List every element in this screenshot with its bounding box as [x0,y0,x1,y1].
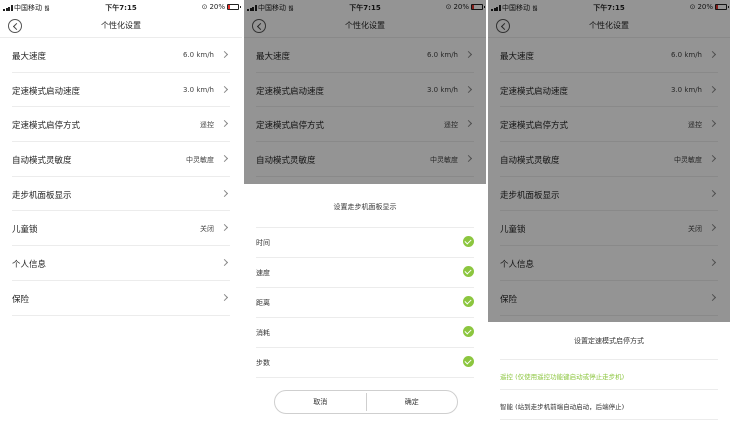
panel-option-distance[interactable]: 距离 [256,288,474,318]
rotation-lock-icon: ⊙ [201,3,208,11]
chevron-right-icon [220,293,229,301]
panel-option-speed[interactable]: 速度 [256,258,474,288]
dialog-button-group: 取消 确定 [274,390,458,414]
setting-row-insurance[interactable]: 保险 [12,281,230,316]
chevron-right-icon [220,224,229,232]
dialog-title: 设置走步机面板显示 [333,203,397,211]
setting-row-panel-display[interactable]: 走步机面板显示 [12,177,230,212]
panel-option-calories[interactable]: 消耗 [256,318,474,348]
battery-percent: 20% [209,3,225,11]
sheet-title: 设置定速模式启停方式 [574,337,644,345]
modal-overlay[interactable] [488,0,730,322]
panel-display-dialog: 设置走步机面板显示 时间 速度 距离 消耗 步数 取消 确定 [244,184,486,433]
check-icon [463,296,474,307]
mode-option-remote[interactable]: 遥控 (仅使用遥控功能键启动或停止走步机) [500,360,718,390]
check-icon [463,356,474,367]
setting-row-cruise-start-stop-mode[interactable]: 定速模式启停方式 遥控 [12,107,230,143]
chevron-right-icon [220,189,229,197]
cancel-button[interactable]: 取消 [275,391,366,413]
settings-list: 最大速度 6.0 km/h 定速模式启动速度 3.0 km/h 定速模式启停方式 遥控… [0,38,242,316]
settings-screen: 中国移动 ᯾ 下午7:15 ⊙ 20% 个性化设置 最大速度 6.0 km/h 定速模… [0,0,242,433]
setting-row-cruise-start-speed[interactable]: 定速模式启动速度 3.0 km/h [12,73,230,108]
mode-option-smart[interactable]: 智能 (站到走步机前端自动启动，后端停止) [500,390,718,420]
battery-icon [227,4,241,10]
chevron-right-icon [220,155,229,163]
status-bar: 中国移动 ᯾ 下午7:15 ⊙ 20% [0,0,242,14]
panel-option-steps[interactable]: 步数 [256,348,474,378]
check-icon [463,266,474,277]
setting-row-auto-sensitivity[interactable]: 自动模式灵敏度 中灵敏度 [12,142,230,177]
setting-row-child-lock[interactable]: 儿童锁 关闭 [12,211,230,247]
check-icon [463,326,474,337]
check-icon [463,236,474,247]
chevron-right-icon [220,120,229,128]
page-title: 个性化设置 [101,21,141,30]
start-stop-mode-sheet: 设置定速模式启停方式 遥控 (仅使用遥控功能键启动或停止走步机) 智能 (站到走… [488,322,730,433]
panel-display-dialog-screen: 中国移动 ᯾ 下午7:15 ⊙ 20% 个性化设置 最大速度 6.0 km/h 定速模… [244,0,486,433]
setting-row-personal-info[interactable]: 个人信息 [12,246,230,281]
chevron-right-icon [220,85,229,93]
modal-overlay[interactable] [244,0,486,184]
confirm-button[interactable]: 确定 [367,391,458,413]
panel-option-time[interactable]: 时间 [256,228,474,258]
start-stop-mode-sheet-screen: 中国移动 ᯾ 下午7:15 ⊙ 20% 个性化设置 最大速度 6.0 km/h 定速模… [488,0,730,433]
chevron-right-icon [220,259,229,267]
setting-row-max-speed[interactable]: 最大速度 6.0 km/h [12,38,230,73]
chevron-right-icon [220,50,229,59]
nav-bar: 个性化设置 [0,14,242,38]
